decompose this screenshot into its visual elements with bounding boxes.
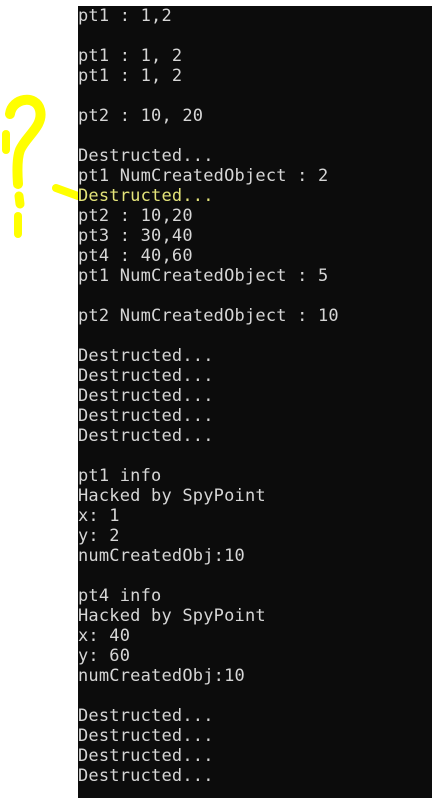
console-line: pt1 : 1,2	[78, 6, 172, 26]
console-line: pt1 NumCreatedObject : 5	[78, 266, 329, 286]
console-line: Destructed...	[78, 766, 214, 786]
question-mark-annotation-icon	[2, 95, 80, 238]
console-output: pt1 : 1,2 pt1 : 1, 2 pt1 : 1, 2 pt2 : 10, 2…	[78, 6, 432, 786]
console-line: Destructed...	[78, 346, 214, 366]
console-line: Destructed...	[78, 386, 214, 406]
console-line: y: 2	[78, 526, 120, 546]
console-line: Destructed...	[78, 146, 214, 166]
console-line: Destructed...	[78, 406, 214, 426]
console-line: numCreatedObj:10	[78, 666, 245, 686]
console-line: pt2 NumCreatedObject : 10	[78, 306, 339, 326]
console-line: pt4 : 40,60	[78, 246, 193, 266]
console-line: pt1 : 1, 2	[78, 46, 183, 66]
console-line: y: 60	[78, 646, 131, 666]
console-line: Destructed...	[78, 706, 214, 726]
console-line: Destructed...	[78, 186, 214, 206]
console-line: pt1 : 1, 2	[78, 66, 183, 86]
console-line: Destructed...	[78, 426, 214, 446]
console-line: pt3 : 30,40	[78, 226, 193, 246]
console-line: Hacked by SpyPoint	[78, 486, 266, 506]
console-line: Destructed...	[78, 366, 214, 386]
console-line: pt2 : 10,20	[78, 206, 193, 226]
console-line: pt1 NumCreatedObject : 2	[78, 166, 329, 186]
console-line: pt4 info	[78, 586, 162, 606]
console-line: pt2 : 10, 20	[78, 106, 204, 126]
console-line: Hacked by SpyPoint	[78, 606, 266, 626]
console-line: numCreatedObj:10	[78, 546, 245, 566]
console-line: Destructed...	[78, 746, 214, 766]
console-line: x: 40	[78, 626, 131, 646]
screenshot-canvas: pt1 : 1,2 pt1 : 1, 2 pt1 : 1, 2 pt2 : 10, 2…	[0, 0, 432, 798]
console-line: Destructed...	[78, 726, 214, 746]
console-line: pt1 info	[78, 466, 162, 486]
console-window: pt1 : 1,2 pt1 : 1, 2 pt1 : 1, 2 pt2 : 10, 2…	[78, 6, 432, 798]
console-line: x: 1	[78, 506, 120, 526]
